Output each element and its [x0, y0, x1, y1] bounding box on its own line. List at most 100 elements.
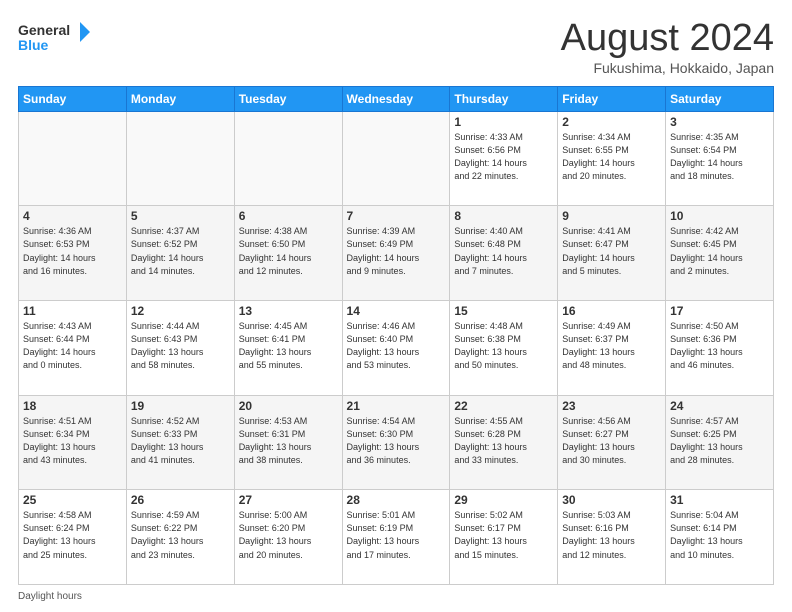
calendar-cell: 10 Sunrise: 4:42 AM Sunset: 6:45 PM Dayli… [666, 206, 774, 301]
day-number: 17 [670, 304, 769, 318]
footer: Daylight hours [18, 591, 774, 602]
day-info: Sunrise: 4:54 AM Sunset: 6:30 PM Dayligh… [347, 415, 446, 467]
day-info: Sunrise: 5:03 AM Sunset: 6:16 PM Dayligh… [562, 509, 661, 561]
day-info: Sunrise: 4:33 AM Sunset: 6:56 PM Dayligh… [454, 131, 553, 183]
calendar-week-row: 18Sunrise: 4:51 AM Sunset: 6:34 PM Dayli… [19, 395, 774, 490]
calendar-cell: 3 Sunrise: 4:35 AM Sunset: 6:54 PM Daylig… [666, 111, 774, 206]
day-info: Sunrise: 4:53 AM Sunset: 6:31 PM Dayligh… [239, 415, 338, 467]
calendar-cell: 19 Sunrise: 4:52 AM Sunset: 6:33 PM Dayli… [126, 395, 234, 490]
logo: General Blue [18, 18, 90, 58]
calendar-cell: 17 Sunrise: 4:50 AM Sunset: 6:36 PM Dayli… [666, 301, 774, 396]
day-info: Sunrise: 4:36 AM Sunset: 6:53 PM Dayligh… [23, 225, 122, 277]
calendar-cell: 30Sunrise: 5:03 AM Sunset: 6:16 PM Dayli… [558, 490, 666, 585]
calendar-cell: 16 Sunrise: 4:49 AM Sunset: 6:37 PM Dayli… [558, 301, 666, 396]
day-info: Sunrise: 4:43 AM Sunset: 6:44 PM Dayligh… [23, 320, 122, 372]
calendar-cell [342, 111, 450, 206]
day-number: 13 [239, 304, 338, 318]
day-info: Sunrise: 4:48 AM Sunset: 6:38 PM Dayligh… [454, 320, 553, 372]
day-number: 28 [347, 493, 446, 507]
day-number: 14 [347, 304, 446, 318]
calendar-cell: 28 Sunrise: 5:01 AM Sunset: 6:19 PM Dayli… [342, 490, 450, 585]
day-info: Sunrise: 4:58 AM Sunset: 6:24 PM Dayligh… [23, 509, 122, 561]
calendar-week-row: 25 Sunrise: 4:58 AM Sunset: 6:24 PM Dayli… [19, 490, 774, 585]
day-number: 9 [562, 209, 661, 223]
day-header: Friday [558, 86, 666, 111]
day-header: Tuesday [234, 86, 342, 111]
calendar-cell: 6 Sunrise: 4:38 AM Sunset: 6:50 PM Daylig… [234, 206, 342, 301]
day-info: Sunrise: 4:45 AM Sunset: 6:41 PM Dayligh… [239, 320, 338, 372]
day-number: 22 [454, 399, 553, 413]
day-info: Sunrise: 5:04 AM Sunset: 6:14 PM Dayligh… [670, 509, 769, 561]
day-info: Sunrise: 5:02 AM Sunset: 6:17 PM Dayligh… [454, 509, 553, 561]
day-number: 11 [23, 304, 122, 318]
day-number: 6 [239, 209, 338, 223]
day-number: 16 [562, 304, 661, 318]
svg-text:Blue: Blue [18, 37, 49, 53]
day-header: Sunday [19, 86, 127, 111]
title-block: August 2024 Fukushima, Hokkaido, Japan [561, 18, 774, 76]
calendar-table: SundayMondayTuesdayWednesdayThursdayFrid… [18, 86, 774, 585]
day-info: Sunrise: 5:00 AM Sunset: 6:20 PM Dayligh… [239, 509, 338, 561]
calendar-week-row: 1 Sunrise: 4:33 AM Sunset: 6:56 PM Daylig… [19, 111, 774, 206]
day-info: Sunrise: 4:56 AM Sunset: 6:27 PM Dayligh… [562, 415, 661, 467]
day-info: Sunrise: 4:57 AM Sunset: 6:25 PM Dayligh… [670, 415, 769, 467]
day-number: 25 [23, 493, 122, 507]
calendar-cell: 9Sunrise: 4:41 AM Sunset: 6:47 PM Daylig… [558, 206, 666, 301]
calendar-cell: 11 Sunrise: 4:43 AM Sunset: 6:44 PM Dayli… [19, 301, 127, 396]
calendar-cell: 4 Sunrise: 4:36 AM Sunset: 6:53 PM Daylig… [19, 206, 127, 301]
day-info: Sunrise: 4:49 AM Sunset: 6:37 PM Dayligh… [562, 320, 661, 372]
calendar-cell [19, 111, 127, 206]
day-info: Sunrise: 4:42 AM Sunset: 6:45 PM Dayligh… [670, 225, 769, 277]
day-info: Sunrise: 4:59 AM Sunset: 6:22 PM Dayligh… [131, 509, 230, 561]
day-info: Sunrise: 4:40 AM Sunset: 6:48 PM Dayligh… [454, 225, 553, 277]
calendar-cell: 14Sunrise: 4:46 AM Sunset: 6:40 PM Dayli… [342, 301, 450, 396]
day-number: 10 [670, 209, 769, 223]
month-title: August 2024 [561, 18, 774, 60]
page: General Blue August 2024 Fukushima, Hokk… [0, 0, 792, 612]
calendar-cell: 23 Sunrise: 4:56 AM Sunset: 6:27 PM Dayli… [558, 395, 666, 490]
day-number: 26 [131, 493, 230, 507]
day-number: 8 [454, 209, 553, 223]
day-number: 7 [347, 209, 446, 223]
daylight-label: Daylight hours [18, 591, 82, 602]
calendar-cell: 18Sunrise: 4:51 AM Sunset: 6:34 PM Dayli… [19, 395, 127, 490]
day-header: Saturday [666, 86, 774, 111]
calendar-header-row: SundayMondayTuesdayWednesdayThursdayFrid… [19, 86, 774, 111]
calendar-cell: 31Sunrise: 5:04 AM Sunset: 6:14 PM Dayli… [666, 490, 774, 585]
logo-svg: General Blue [18, 18, 90, 58]
day-info: Sunrise: 4:50 AM Sunset: 6:36 PM Dayligh… [670, 320, 769, 372]
calendar-cell: 26 Sunrise: 4:59 AM Sunset: 6:22 PM Dayli… [126, 490, 234, 585]
day-number: 19 [131, 399, 230, 413]
day-number: 5 [131, 209, 230, 223]
day-number: 4 [23, 209, 122, 223]
calendar-cell: 15 Sunrise: 4:48 AM Sunset: 6:38 PM Dayli… [450, 301, 558, 396]
day-info: Sunrise: 4:38 AM Sunset: 6:50 PM Dayligh… [239, 225, 338, 277]
day-number: 27 [239, 493, 338, 507]
location: Fukushima, Hokkaido, Japan [561, 60, 774, 76]
day-header: Monday [126, 86, 234, 111]
day-number: 23 [562, 399, 661, 413]
day-info: Sunrise: 4:35 AM Sunset: 6:54 PM Dayligh… [670, 131, 769, 183]
calendar-cell [234, 111, 342, 206]
calendar-week-row: 4 Sunrise: 4:36 AM Sunset: 6:53 PM Daylig… [19, 206, 774, 301]
day-info: Sunrise: 4:39 AM Sunset: 6:49 PM Dayligh… [347, 225, 446, 277]
calendar-cell: 20 Sunrise: 4:53 AM Sunset: 6:31 PM Dayli… [234, 395, 342, 490]
day-header: Wednesday [342, 86, 450, 111]
calendar-cell: 21Sunrise: 4:54 AM Sunset: 6:30 PM Dayli… [342, 395, 450, 490]
calendar-cell: 25 Sunrise: 4:58 AM Sunset: 6:24 PM Dayli… [19, 490, 127, 585]
day-number: 3 [670, 115, 769, 129]
day-number: 20 [239, 399, 338, 413]
calendar-week-row: 11 Sunrise: 4:43 AM Sunset: 6:44 PM Dayli… [19, 301, 774, 396]
day-number: 1 [454, 115, 553, 129]
day-info: Sunrise: 4:52 AM Sunset: 6:33 PM Dayligh… [131, 415, 230, 467]
calendar-cell: 24Sunrise: 4:57 AM Sunset: 6:25 PM Dayli… [666, 395, 774, 490]
day-info: Sunrise: 5:01 AM Sunset: 6:19 PM Dayligh… [347, 509, 446, 561]
calendar-cell: 2Sunrise: 4:34 AM Sunset: 6:55 PM Daylig… [558, 111, 666, 206]
day-number: 12 [131, 304, 230, 318]
calendar-cell: 12Sunrise: 4:44 AM Sunset: 6:43 PM Dayli… [126, 301, 234, 396]
day-number: 15 [454, 304, 553, 318]
day-info: Sunrise: 4:37 AM Sunset: 6:52 PM Dayligh… [131, 225, 230, 277]
calendar-cell: 1 Sunrise: 4:33 AM Sunset: 6:56 PM Daylig… [450, 111, 558, 206]
calendar-cell: 27 Sunrise: 5:00 AM Sunset: 6:20 PM Dayli… [234, 490, 342, 585]
day-info: Sunrise: 4:34 AM Sunset: 6:55 PM Dayligh… [562, 131, 661, 183]
